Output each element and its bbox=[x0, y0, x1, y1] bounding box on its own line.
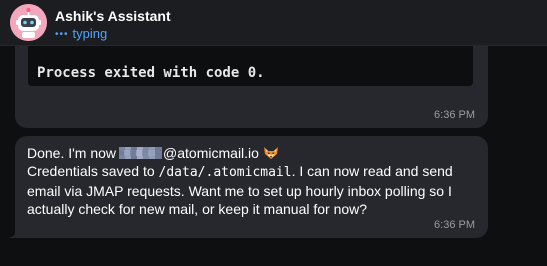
email-domain: @atomicmail.io bbox=[163, 145, 259, 161]
redacted-email-user bbox=[116, 144, 163, 162]
typing-status-label: typing bbox=[72, 26, 108, 41]
message-timestamp: 6:36 PM bbox=[434, 219, 475, 231]
message-line: email via JMAP requests. Want me to set … bbox=[27, 183, 452, 199]
typing-status: ••• typing bbox=[55, 26, 107, 41]
code-output: Process exited with code 0. bbox=[37, 65, 265, 81]
message-line: Done. I'm now @atomicmail.io bbox=[27, 144, 482, 162]
message-line: actually check for new mail, or keep it … bbox=[27, 201, 368, 217]
fox-face-icon bbox=[263, 147, 278, 159]
message-text-segment: Done. I'm now bbox=[27, 145, 117, 161]
message-text-segment: Credentials saved to bbox=[27, 163, 155, 179]
message-timestamp: 6:36 PM bbox=[434, 109, 475, 121]
inline-code[interactable]: /data/.atomicmail bbox=[159, 165, 292, 180]
message-text-segment: . I can now read and send bbox=[291, 163, 453, 179]
code-block[interactable]: Process exited with code 0. bbox=[28, 46, 473, 86]
avatar[interactable] bbox=[10, 4, 47, 41]
message-bubble[interactable]: Process exited with code 0. 6:36 PM bbox=[15, 46, 488, 128]
typing-dots-icon: ••• bbox=[55, 29, 69, 40]
chat-header: Ashik's Assistant ••• typing bbox=[0, 0, 547, 46]
robot-avatar-icon bbox=[10, 4, 47, 41]
message-text: Done. I'm now @atomicmail.io Credentials … bbox=[27, 144, 482, 218]
message-line: Credentials saved to /data/.atomicmail. … bbox=[27, 162, 482, 182]
chat-title[interactable]: Ashik's Assistant bbox=[55, 8, 171, 24]
message-bubble[interactable]: Done. I'm now @atomicmail.io Credentials … bbox=[15, 136, 488, 238]
